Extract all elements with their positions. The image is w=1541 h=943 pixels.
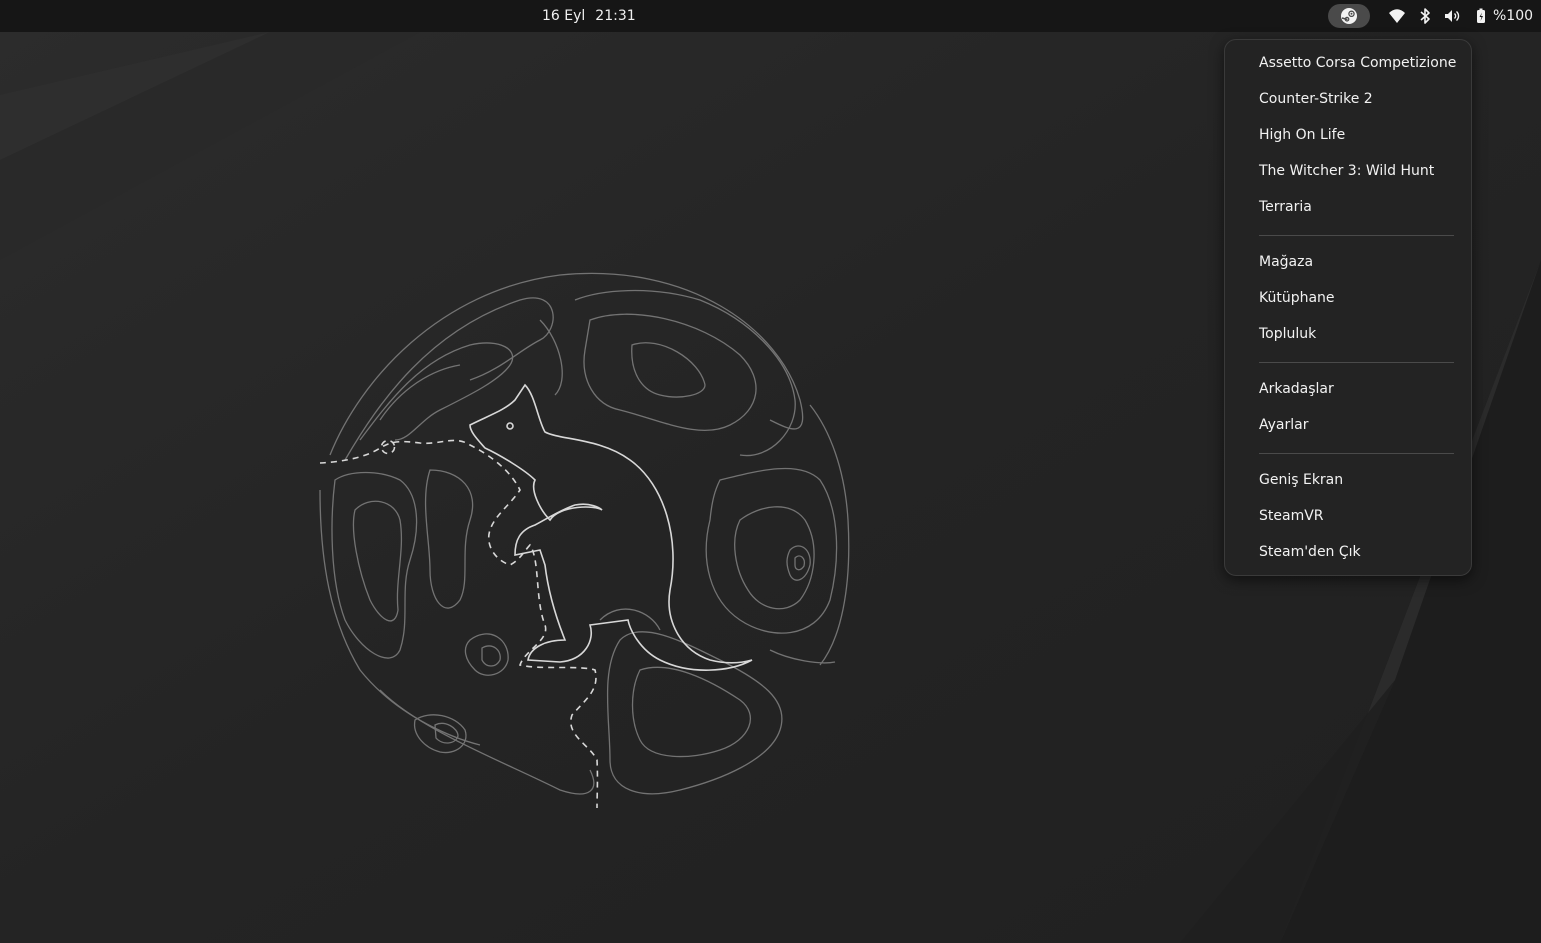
menu-item-community[interactable]: Topluluk [1231, 317, 1465, 351]
menu-item-counter-strike-2[interactable]: Counter-Strike 2 [1231, 82, 1465, 116]
menu-item-exit-steam[interactable]: Steam'den Çık [1231, 535, 1465, 569]
time-label: 21:31 [595, 8, 636, 24]
battery-icon[interactable] [1472, 7, 1490, 25]
menu-item-terraria[interactable]: Terraria [1231, 190, 1465, 224]
menu-item-settings[interactable]: Ayarlar [1231, 408, 1465, 442]
wifi-icon[interactable] [1388, 7, 1406, 25]
top-bar: 16 Eyl 21:31 %100 [0, 0, 1541, 32]
date-label: 16 Eyl [542, 8, 586, 24]
menu-separator [1259, 453, 1454, 454]
clock-button[interactable]: 16 Eyl 21:31 [530, 0, 648, 32]
menu-item-friends[interactable]: Arkadaşlar [1231, 372, 1465, 406]
bluetooth-icon[interactable] [1416, 7, 1434, 25]
battery-percent-label: %100 [1493, 8, 1534, 24]
menu-item-assetto-corsa-competizione[interactable]: Assetto Corsa Competizione [1231, 46, 1465, 80]
menu-item-library[interactable]: Kütüphane [1231, 281, 1465, 315]
desktop: 16 Eyl 21:31 %100 Assetto Corsa Competiz… [0, 0, 1541, 943]
steam-tray-menu: Assetto Corsa Competizione Counter-Strik… [1224, 39, 1472, 576]
menu-separator [1259, 362, 1454, 363]
menu-item-high-on-life[interactable]: High On Life [1231, 118, 1465, 152]
menu-item-witcher-3[interactable]: The Witcher 3: Wild Hunt [1231, 154, 1465, 188]
steam-tray-button[interactable] [1328, 4, 1370, 28]
menu-item-store[interactable]: Mağaza [1231, 245, 1465, 279]
volume-icon[interactable] [1443, 7, 1461, 25]
menu-item-big-picture[interactable]: Geniş Ekran [1231, 463, 1465, 497]
steam-icon [1341, 8, 1357, 24]
menu-separator [1259, 235, 1454, 236]
menu-item-steamvr[interactable]: SteamVR [1231, 499, 1465, 533]
